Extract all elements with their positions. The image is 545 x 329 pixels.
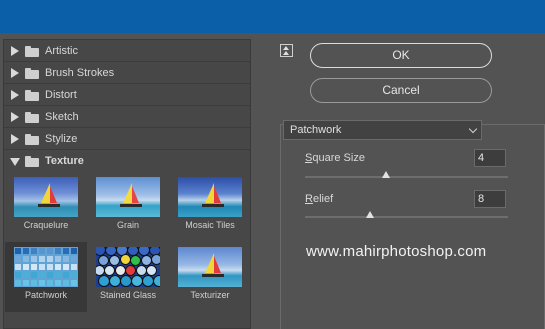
filter-label: Craquelure bbox=[23, 220, 69, 230]
square-size-input[interactable]: 4 bbox=[474, 149, 506, 167]
filter-thumb-mosaic-tiles[interactable]: Mosaic Tiles bbox=[169, 172, 250, 242]
relief-slider-track[interactable] bbox=[305, 211, 508, 218]
filter-thumb-texturizer[interactable]: Texturizer bbox=[169, 242, 250, 312]
expand-arrow-icon[interactable] bbox=[10, 133, 20, 144]
filter-thumb-grain[interactable]: Grain bbox=[87, 172, 169, 242]
collapse-arrow-icon[interactable] bbox=[10, 156, 20, 166]
filter-select-value: Patchwork bbox=[290, 124, 342, 136]
filter-label: Patchwork bbox=[24, 290, 68, 300]
filter-label: Stained Glass bbox=[99, 290, 157, 300]
category-artistic[interactable]: Artistic bbox=[4, 40, 250, 62]
craquelure-preview-image bbox=[14, 177, 78, 217]
filter-thumb-stained-glass[interactable]: Stained Glass bbox=[87, 242, 169, 312]
category-label: Artistic bbox=[45, 44, 78, 57]
filter-thumb-craquelure[interactable]: Craquelure bbox=[5, 172, 87, 242]
patchwork-preview-image bbox=[14, 247, 78, 287]
folder-icon bbox=[25, 45, 39, 57]
relief-label: Relief bbox=[305, 193, 334, 205]
square-size-label: Square Size bbox=[305, 152, 365, 164]
category-stylize[interactable]: Stylize bbox=[4, 128, 250, 150]
relief-input[interactable]: 8 bbox=[474, 190, 506, 208]
expand-arrow-icon[interactable] bbox=[10, 67, 20, 78]
folder-icon bbox=[25, 133, 39, 145]
stained-glass-preview-image bbox=[96, 247, 160, 287]
expand-arrow-icon[interactable] bbox=[10, 45, 20, 56]
folder-icon bbox=[25, 67, 39, 79]
filter-label: Texturizer bbox=[190, 290, 230, 300]
category-label: Distort bbox=[45, 88, 77, 101]
square-size-slider-track[interactable] bbox=[305, 171, 508, 178]
category-sketch[interactable]: Sketch bbox=[4, 106, 250, 128]
filter-gallery-list: Artistic Brush Strokes Distort Sketch St… bbox=[3, 39, 251, 329]
category-texture[interactable]: Texture bbox=[4, 150, 250, 172]
category-label: Brush Strokes bbox=[45, 66, 115, 79]
expand-arrow-icon[interactable] bbox=[10, 111, 20, 122]
square-size-slider-thumb[interactable] bbox=[382, 171, 391, 178]
folder-icon bbox=[25, 111, 39, 123]
texturizer-preview-image bbox=[178, 247, 242, 287]
relief-slider-thumb[interactable] bbox=[365, 211, 374, 218]
filter-label: Mosaic Tiles bbox=[185, 220, 235, 230]
watermark-text: www.mahirphotoshop.com bbox=[306, 243, 487, 260]
cancel-button[interactable]: Cancel bbox=[310, 78, 492, 103]
grain-preview-image bbox=[96, 177, 160, 217]
ok-button[interactable]: OK bbox=[310, 43, 492, 68]
texture-thumbnails: Craquelure Grain Mosaic Tiles Patchwork … bbox=[4, 172, 250, 328]
folder-open-icon bbox=[25, 156, 39, 167]
category-label: Stylize bbox=[45, 132, 78, 145]
category-distort[interactable]: Distort bbox=[4, 84, 250, 106]
filter-select[interactable]: Patchwork bbox=[283, 120, 482, 140]
filter-thumb-patchwork[interactable]: Patchwork bbox=[5, 242, 87, 312]
filter-label: Grain bbox=[116, 220, 139, 230]
mosaic-tiles-preview-image bbox=[178, 177, 242, 217]
expand-arrow-icon[interactable] bbox=[10, 89, 20, 100]
category-label: Texture bbox=[45, 155, 84, 167]
chevron-down-icon bbox=[468, 124, 478, 134]
category-brush-strokes[interactable]: Brush Strokes bbox=[4, 62, 250, 84]
title-bar bbox=[0, 0, 545, 33]
category-label: Sketch bbox=[45, 110, 79, 123]
filter-settings-panel: OK Cancel Patchwork Square Size 4 Relief… bbox=[268, 38, 545, 329]
collapse-gallery-icon[interactable] bbox=[280, 44, 293, 57]
folder-icon bbox=[25, 89, 39, 101]
